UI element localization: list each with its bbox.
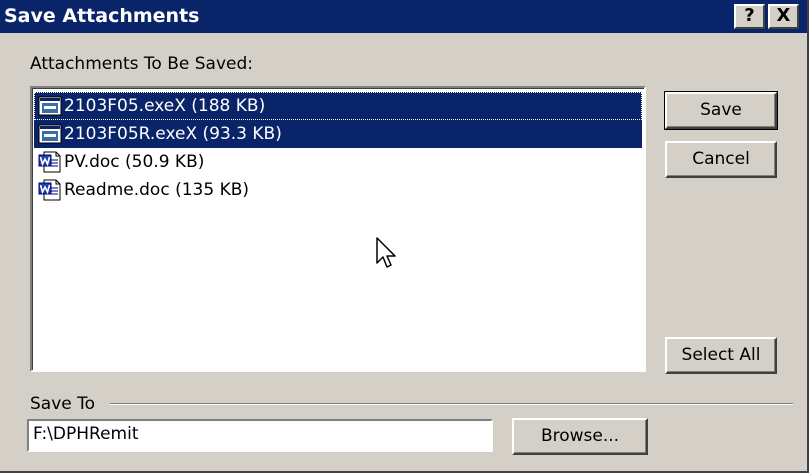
- attachment-label: Readme.doc (135 KB): [64, 180, 250, 200]
- attachment-list-item[interactable]: PV.doc (50.9 KB): [34, 148, 642, 176]
- select-all-button[interactable]: Select All: [665, 337, 777, 374]
- save-button[interactable]: Save: [664, 91, 778, 130]
- attachment-list-item[interactable]: 2103F05R.exeX (93.3 KB): [34, 120, 642, 148]
- save-path-input[interactable]: F:\DPHRemit: [27, 419, 493, 452]
- exe-file-icon: [38, 95, 62, 117]
- attachment-label: 2103F05.exeX (188 KB): [64, 96, 266, 116]
- mouse-pointer-icon: [376, 237, 396, 268]
- browse-button[interactable]: Browse...: [512, 418, 648, 455]
- help-button[interactable]: ?: [734, 4, 765, 29]
- close-button[interactable]: X: [768, 4, 799, 29]
- attachments-listbox[interactable]: 2103F05.exeX (188 KB) 2103F05R.exeX (93.3…: [30, 86, 646, 372]
- cancel-button[interactable]: Cancel: [665, 141, 777, 178]
- word-doc-icon: [38, 179, 62, 201]
- word-doc-icon: [38, 151, 62, 173]
- attachment-label: PV.doc (50.9 KB): [64, 152, 205, 172]
- attachments-label: Attachments To Be Saved:: [30, 54, 253, 74]
- save-to-groupbox-line: [110, 403, 793, 405]
- save-to-label: Save To: [30, 394, 102, 414]
- exe-file-icon: [38, 123, 62, 145]
- attachment-label: 2103F05R.exeX (93.3 KB): [64, 124, 282, 144]
- attachment-list-item[interactable]: Readme.doc (135 KB): [34, 176, 642, 204]
- save-attachments-dialog: Save Attachments ? X Attachments To Be S…: [0, 0, 809, 473]
- title-bar[interactable]: Save Attachments ? X: [0, 0, 807, 33]
- attachment-list-item[interactable]: 2103F05.exeX (188 KB): [34, 92, 642, 120]
- window-title: Save Attachments: [4, 5, 200, 27]
